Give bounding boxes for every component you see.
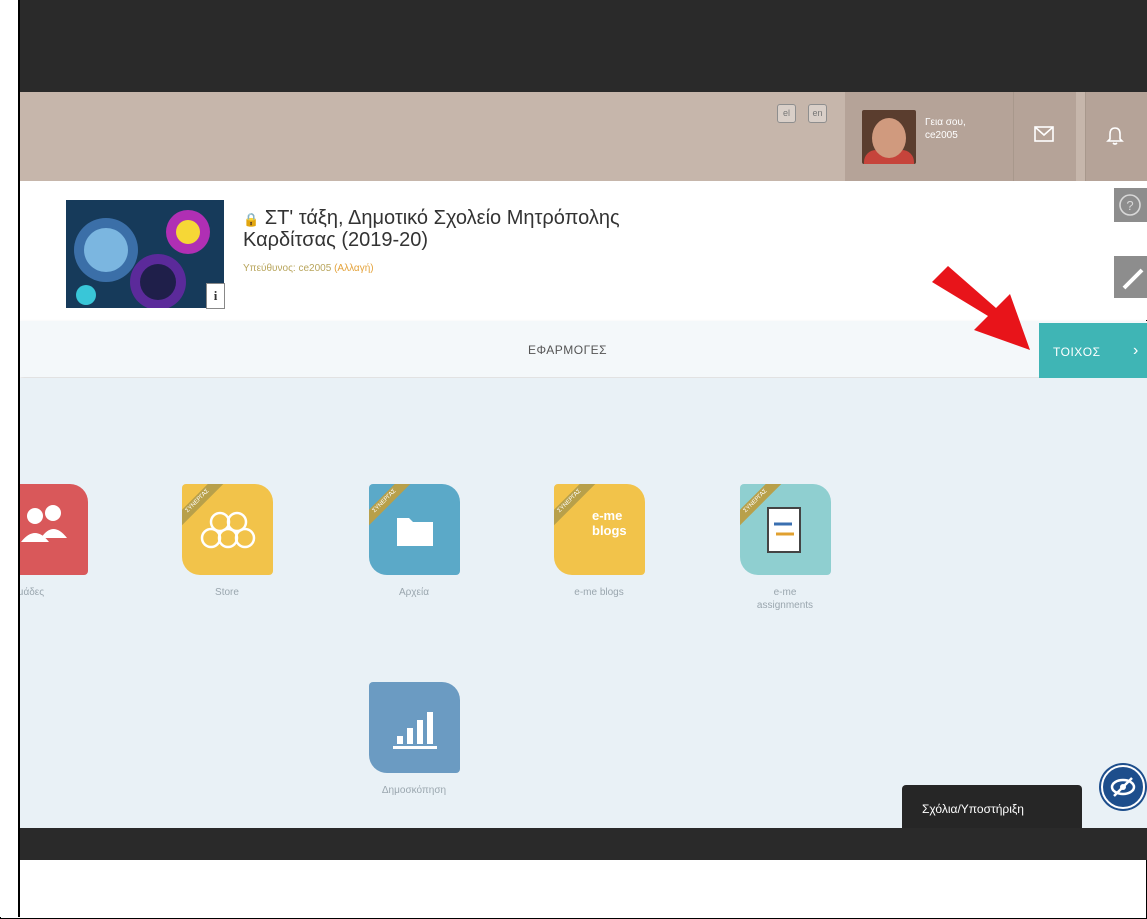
app-tile-files[interactable]: ΣΥΝΕΡΓΑΣ: [369, 484, 460, 575]
pencil-icon: [1122, 268, 1144, 290]
app-label-blogs: e-me blogs: [574, 587, 624, 598]
avatar-face: [872, 118, 906, 158]
blogs-icon: e-me blogs: [592, 508, 627, 538]
app-tile-assignments[interactable]: ΣΥΝΕΡΓΑΣ: [740, 484, 831, 575]
bar-chart-icon: [393, 712, 437, 749]
assignments-label-line2: assignments: [756, 600, 814, 611]
username-text: ce2005: [925, 130, 958, 141]
community-artwork: [66, 200, 224, 308]
question-icon: ?: [1119, 194, 1141, 216]
tab-wall[interactable]: ΤΟΙΧΟΣ ›: [1039, 323, 1147, 378]
app-label-assignments: e-me assignments: [730, 586, 840, 612]
community-owner: Υπεύθυνος: ce2005 (Αλλαγή): [243, 263, 374, 274]
greeting-text: Γεια σου,: [925, 117, 966, 128]
app-label-poll: Δημοσκόπηση: [381, 785, 447, 796]
change-owner-link[interactable]: (Αλλαγή): [334, 263, 374, 274]
video-bottom-letterbox: [20, 828, 1147, 860]
community-image: [66, 200, 224, 308]
eye-slash-icon: [1110, 777, 1136, 797]
notifications-button[interactable]: [1085, 92, 1147, 181]
edit-button[interactable]: [1114, 256, 1147, 298]
apps-panel: [20, 378, 1147, 828]
language-en-button[interactable]: en: [808, 104, 827, 123]
feedback-support-button[interactable]: Σχόλια/Υποστήριξη: [902, 785, 1082, 828]
support-label: Σχόλια/Υποστήριξη: [922, 802, 1024, 816]
accessibility-button[interactable]: [1101, 765, 1145, 809]
video-top-letterbox: [0, 0, 1147, 92]
red-arrow-icon: [932, 266, 1030, 350]
title-line1: ΣΤ' τάξη, Δημοτικό Σχολείο Μητρόπολης: [264, 207, 620, 229]
user-greeting[interactable]: Γεια σου, ce2005: [925, 116, 966, 142]
bell-icon: [1106, 127, 1124, 145]
app-tile-poll[interactable]: [369, 682, 460, 773]
collab-ribbon: ΣΥΝΕΡΓΑΣ: [554, 484, 597, 529]
blogs-icon-text1: e-me: [592, 508, 623, 523]
envelope-icon: [1034, 126, 1054, 142]
messages-button[interactable]: [1013, 92, 1076, 181]
community-info-button[interactable]: i: [206, 283, 225, 309]
svg-text:?: ?: [1126, 198, 1133, 213]
left-border: [0, 0, 20, 917]
owner-label: Υπεύθυνος: ce2005: [243, 263, 332, 274]
chevron-right-icon: ›: [1133, 342, 1139, 359]
app-label-files: Αρχεία: [398, 587, 430, 598]
avatar[interactable]: [862, 110, 916, 164]
lock-icon: 🔒: [243, 212, 260, 227]
help-button[interactable]: ?: [1114, 188, 1147, 222]
blogs-icon-text2: blogs: [592, 523, 627, 538]
app-label-store: Store: [215, 587, 239, 598]
app-tile-blogs[interactable]: ΣΥΝΕΡΓΑΣ e-me blogs: [554, 484, 645, 575]
assignments-label-line1: e-me: [773, 587, 797, 598]
language-el-button[interactable]: el: [777, 104, 796, 123]
tab-wall-label: ΤΟΙΧΟΣ: [1053, 345, 1101, 359]
app-tile-store[interactable]: ΣΥΝΕΡΓΑΣ: [182, 484, 273, 575]
title-line2: Καρδίτσας (2019-20): [243, 229, 429, 251]
tab-apps[interactable]: ΕΦΑΡΜΟΓΕΣ: [528, 343, 607, 357]
community-title: 🔒 ΣΤ' τάξη, Δημοτικό Σχολείο Μητρόπολης …: [243, 208, 620, 250]
